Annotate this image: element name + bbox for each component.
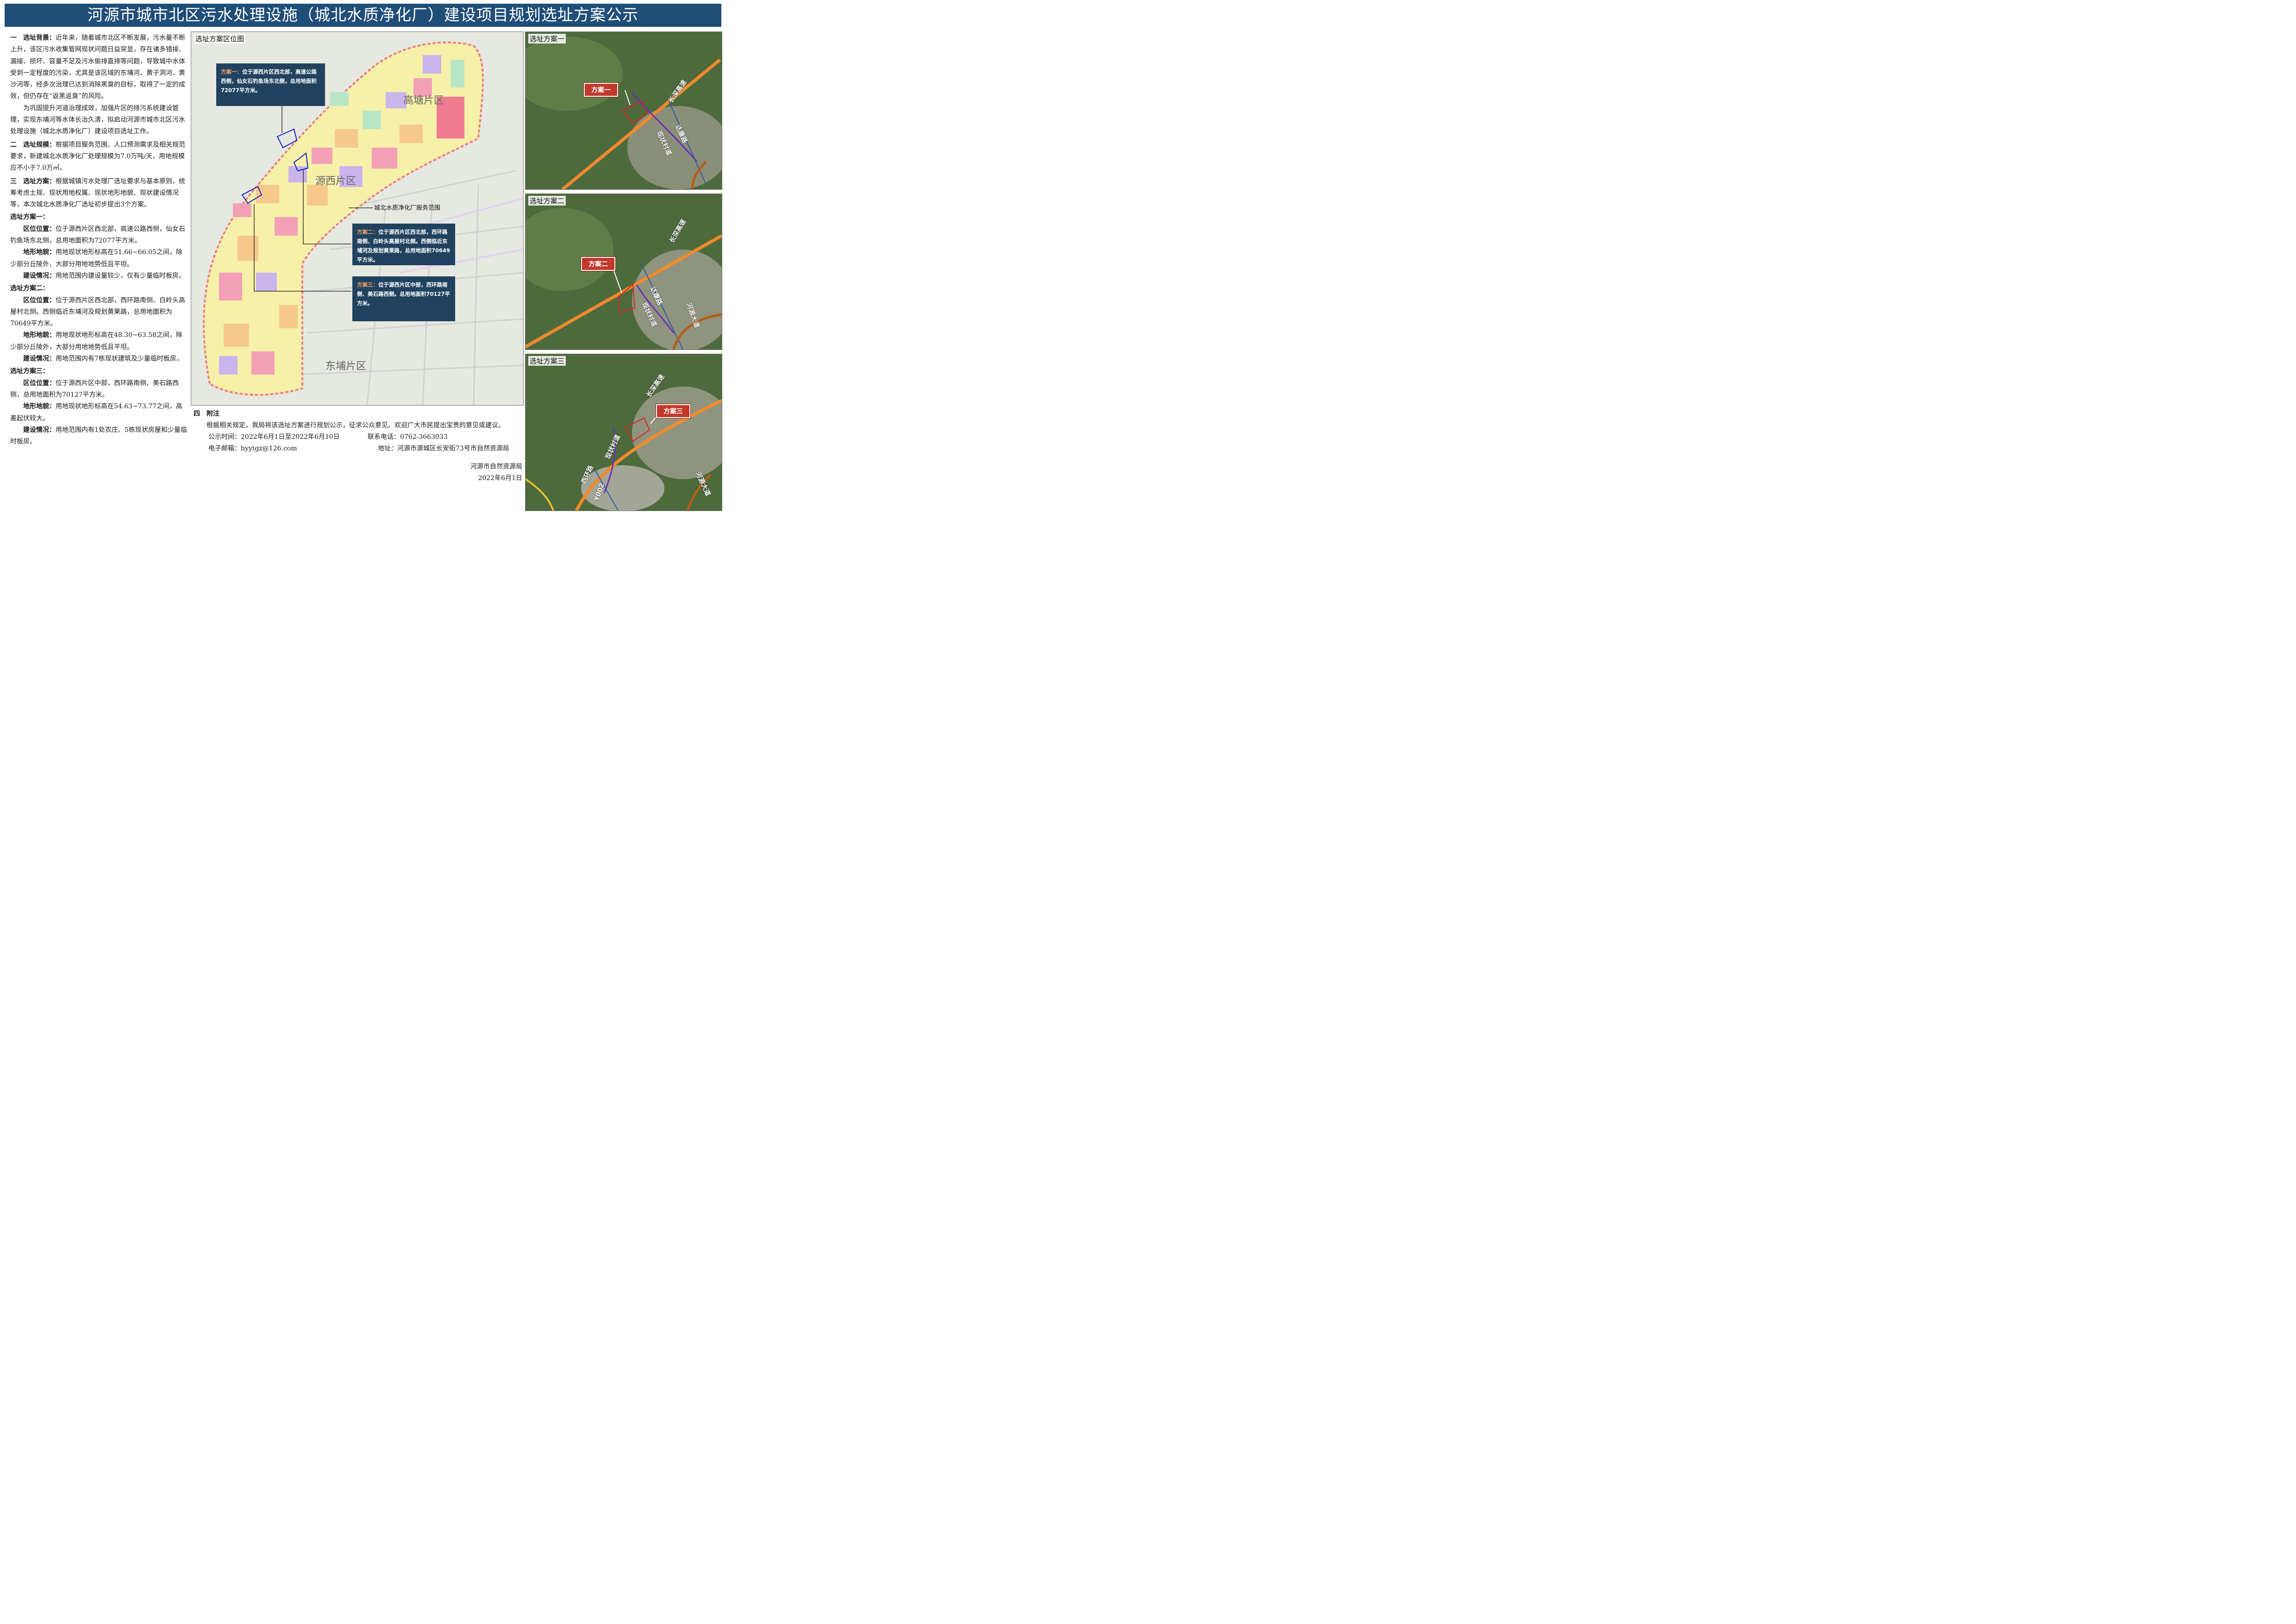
satellite-plan1-title: 选址方案一 bbox=[528, 34, 566, 44]
satellite-plan2-title: 选址方案二 bbox=[528, 196, 566, 206]
plan3-loc-label: 区位位置： bbox=[23, 379, 56, 387]
page-title: 河源市城市北区污水处理设施（城北水质净化厂）建设项目规划选址方案公示 bbox=[5, 4, 721, 27]
plan2-bubble: 方案二 bbox=[581, 257, 615, 271]
plan2-build-label: 建设情况： bbox=[23, 355, 56, 363]
location-map-title: 选址方案区位图 bbox=[194, 34, 246, 44]
issue-date: 2022年6月1日 bbox=[478, 475, 522, 482]
plan1-loc-label: 区位位置： bbox=[23, 225, 56, 233]
satellite-plan2: 选址方案二 方案二 长深高速 达康路 现状村道 河源大道 bbox=[525, 194, 722, 350]
plan1-callout-key: 方案一： bbox=[221, 69, 242, 75]
plan3-build-label: 建设情况： bbox=[23, 426, 56, 434]
satellite-plan1: 选址方案一 方案一 长深高速 达康路 现状村道 bbox=[525, 31, 722, 190]
plan3-heading: 选址方案三： bbox=[10, 368, 49, 375]
section2-heading: 二 选址规模： bbox=[10, 141, 56, 149]
plan1-callout: 方案一：位于源西片区西北部，高速公路西侧，仙女石钓鱼场东北侧，总用地面积7207… bbox=[216, 63, 325, 106]
service-area-label: 城北水质净化厂服务范围 bbox=[374, 205, 441, 212]
plan2-callout-key: 方案二： bbox=[357, 229, 378, 235]
plan3-callout-key: 方案三： bbox=[357, 281, 378, 288]
plan2-build: 用地范围内有7栋现状建筑及少量临时板房。 bbox=[56, 355, 183, 363]
publish-time-label: 公示时间： bbox=[208, 433, 241, 441]
plan1-build: 用地范围内建设量较少，仅有少量临时板房。 bbox=[56, 272, 185, 280]
publish-time: 2022年6月1日至2022年6月10日 bbox=[241, 433, 340, 441]
location-map: 选址方案区位图 高塘片区 源西片区 东埔片区 方案一：位于源西片区西北部，高速公… bbox=[191, 31, 524, 406]
plan1-build-label: 建设情况： bbox=[23, 272, 56, 280]
plan3-bubble: 方案三 bbox=[656, 404, 690, 418]
zone-label-yuanxi: 源西片区 bbox=[315, 175, 357, 187]
section1-paragraph2: 为巩固提升河道治理成效，加强片区的排污系统建设管理，实现东埔河等水体长治久清，拟… bbox=[10, 104, 185, 136]
plan2-heading: 选址方案二： bbox=[10, 285, 49, 293]
plan2-terrain-label: 地形地貌： bbox=[23, 331, 56, 339]
satellite-plan1-drawing bbox=[526, 32, 722, 189]
plan3-terrain-label: 地形地貌： bbox=[23, 403, 56, 411]
address: 河源市源城区长安街73号市自然资源局 bbox=[397, 445, 509, 452]
satellite-plan3: 选址方案三 方案三 长深高速 现状村道 西环路 Y002 河源大道 bbox=[525, 354, 722, 511]
plan2-loc-label: 区位位置： bbox=[23, 296, 56, 304]
zone-label-dongbu: 东埔片区 bbox=[325, 361, 367, 372]
plan2-callout: 方案二：位于源西片区西北部，西环路南侧、白岭头高屋村北侧。西侧临近东埔河及规划黄… bbox=[352, 224, 455, 265]
issuer: 河源市自然资源局 bbox=[470, 463, 522, 470]
section1-text: 近年来，随着城市北区不断发展，污水量不断上升，该区污水收集管网现状问题日益突显，… bbox=[10, 34, 185, 100]
phone-label: 联系电话： bbox=[368, 433, 400, 441]
left-text-column: 一 选址背景：近年来，随着城市北区不断发展，污水量不断上升，该区污水收集管网现状… bbox=[10, 32, 187, 448]
satellite-plan3-title: 选址方案三 bbox=[528, 356, 566, 366]
plan1-heading: 选址方案一： bbox=[10, 213, 49, 221]
plan1-terrain-label: 地形地貌： bbox=[23, 249, 56, 256]
section3-heading: 三 选址方案： bbox=[10, 177, 56, 185]
notes-text: 根据相关规定，我局将该选址方案进行规划公示，征求公众意见。欢迎广大市民提出宝贵的… bbox=[206, 422, 505, 429]
plan3-callout: 方案三：位于源西片区中部，西环路南侧、美石路西侧。总用地面积70127平方米。 bbox=[352, 276, 455, 321]
section1-heading: 一 选址背景： bbox=[10, 34, 56, 42]
phone: 0762-3663033 bbox=[400, 433, 448, 441]
email-link[interactable]: hyytgz@126.com bbox=[241, 445, 297, 452]
plan1-bubble: 方案一 bbox=[584, 83, 618, 97]
address-label: 地址： bbox=[378, 445, 397, 452]
notes-heading: 四 附注 bbox=[194, 410, 219, 418]
email-label: 电子邮箱： bbox=[208, 445, 241, 452]
notes-section: 四 附注 根据相关规定，我局将该选址方案进行规划公示，征求公众意见。欢迎广大市民… bbox=[194, 408, 522, 484]
zone-label-gaotang: 高塘片区 bbox=[403, 95, 444, 106]
satellite-plan3-drawing bbox=[526, 354, 722, 511]
